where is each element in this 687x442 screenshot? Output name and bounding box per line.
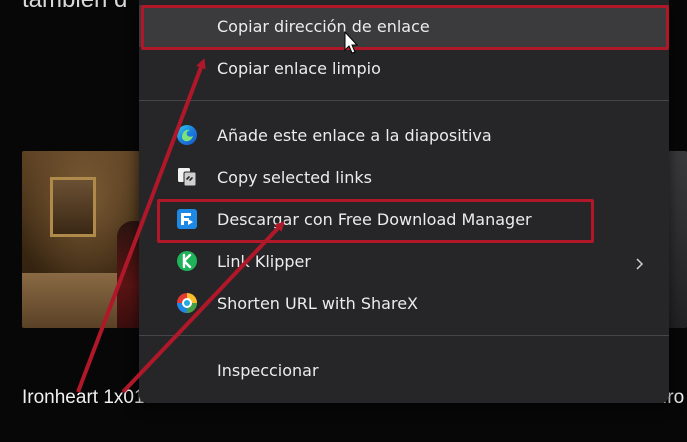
arrow-to-copy-link	[76, 58, 206, 393]
mouse-cursor-icon	[344, 30, 359, 54]
arrow-to-fdm	[121, 221, 285, 394]
annotation-arrows	[76, 30, 359, 394]
